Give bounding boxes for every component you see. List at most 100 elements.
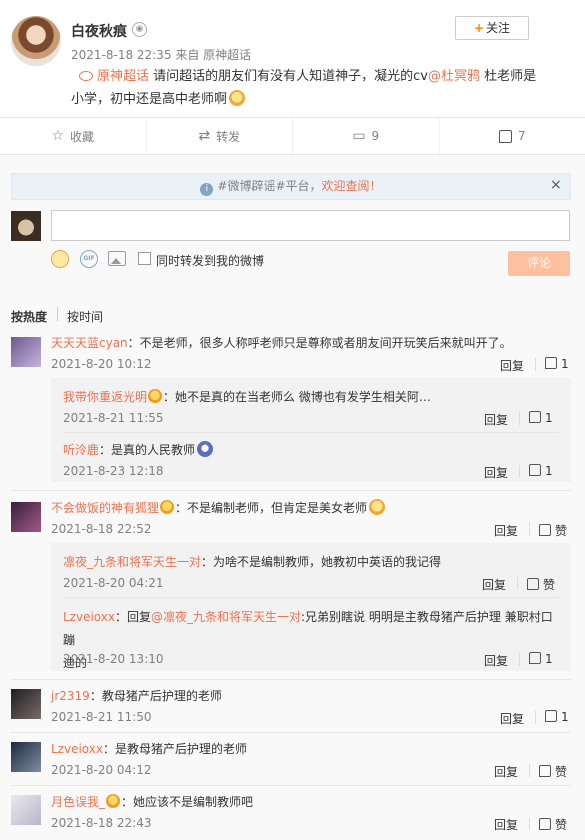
author-name[interactable]: 白夜秋痕: [71, 21, 127, 41]
sort-by-time[interactable]: 按时间: [67, 308, 103, 325]
comment-text: ：不是老师，很多人称呼老师只是尊称或者朋友间开玩笑后来就叫开了。: [127, 336, 512, 350]
divider: [517, 577, 518, 590]
divider: [535, 358, 536, 371]
commenter-name[interactable]: 月色误我_: [51, 795, 105, 809]
like-button[interactable]: 7: [440, 118, 585, 154]
divider: [529, 764, 530, 777]
comment-time: 2021-8-20 04:12: [51, 763, 152, 777]
commenter-name[interactable]: 我带你重返光明: [63, 390, 147, 404]
like-button[interactable]: 赞: [539, 816, 567, 833]
topic-link[interactable]: 原神超话: [97, 69, 149, 84]
repost-checkbox-label[interactable]: 同时转发到我的微博: [156, 252, 264, 269]
comment-button[interactable]: ▭ 9: [293, 118, 440, 154]
thumbs-up-icon: [539, 765, 551, 777]
reply-button[interactable]: 回复: [500, 710, 524, 727]
comment-text: ：为啥不是编制教师，她教初中英语的我记得: [201, 555, 442, 569]
reply-button[interactable]: 回复: [484, 464, 508, 481]
repost-icon: ⇄: [198, 128, 211, 144]
commenter-avatar[interactable]: [11, 689, 41, 719]
notice-link[interactable]: 欢迎查阅！: [322, 179, 382, 193]
favorite-button[interactable]: ☆ 收藏: [0, 118, 147, 154]
comment-time: 2021-8-18 22:52: [51, 522, 152, 536]
commenter-name[interactable]: 天天天蓝cyan: [51, 336, 128, 350]
thumbs-up-icon: [539, 524, 551, 536]
repost-label: 转发: [216, 129, 241, 144]
divider: [519, 412, 520, 425]
repost-button[interactable]: ⇄ 转发: [147, 118, 293, 154]
like-button[interactable]: 1: [545, 357, 569, 371]
like-count: 赞: [555, 818, 568, 832]
like-button[interactable]: 1: [529, 464, 553, 478]
my-avatar: [11, 211, 41, 241]
image-icon[interactable]: [108, 251, 126, 266]
comment-time: 2021-8-20 10:12: [51, 357, 152, 371]
post-text-part: 请问超话的朋友们有没有人知道神子，凝光的cv: [149, 69, 428, 84]
submit-comment-button[interactable]: 评论: [508, 251, 570, 276]
comment-text: ：是真的人民教师: [99, 443, 196, 457]
divider: [529, 523, 530, 536]
comment-count: 9: [371, 129, 380, 143]
favorite-label: 收藏: [70, 129, 95, 144]
like-button[interactable]: 赞: [527, 576, 555, 593]
comment-input[interactable]: [51, 210, 570, 241]
reply-button[interactable]: 回复: [484, 411, 508, 428]
commenter-name[interactable]: 听泠鹿: [63, 443, 99, 457]
reply-button[interactable]: 回复: [494, 522, 518, 539]
emoji-icon[interactable]: [51, 250, 69, 268]
mention-link[interactable]: @杜冥鸦: [428, 69, 480, 84]
like-count: 1: [545, 464, 553, 478]
like-button[interactable]: 1: [545, 710, 569, 724]
commenter-name[interactable]: jr2319: [51, 689, 90, 703]
author-avatar[interactable]: [11, 16, 61, 66]
plus-icon: +: [473, 21, 485, 35]
thumbs-up-icon: [539, 818, 551, 830]
vip-badge-icon: [106, 794, 121, 808]
notice-banner: i #微博辟谣#平台，欢迎查阅！: [11, 173, 571, 200]
repost-checkbox[interactable]: [138, 252, 151, 265]
action-bar: ☆ 收藏 ⇄ 转发 ▭ 9 7: [0, 117, 585, 155]
thumbs-up-icon: [545, 357, 557, 369]
like-count: 7: [517, 129, 526, 143]
commenter-avatar[interactable]: [11, 795, 41, 825]
comment-text: ：不是编制老师，但肯定是美女老师: [175, 501, 368, 515]
commenter-avatar[interactable]: [11, 742, 41, 772]
follow-label: 关注: [486, 21, 511, 35]
follow-button[interactable]: + 关注: [455, 16, 529, 40]
commenter-name[interactable]: 不会做饭的神有狐狸: [51, 501, 159, 515]
close-icon[interactable]: ×: [550, 177, 562, 193]
like-button[interactable]: 1: [529, 652, 553, 666]
like-button[interactable]: 赞: [539, 763, 567, 780]
comment-item: 月色误我_ ：她应该不是编制教师吧: [51, 793, 253, 810]
like-button[interactable]: 赞: [539, 522, 567, 539]
like-count: 1: [545, 411, 553, 425]
divider: [519, 653, 520, 666]
comment-item: 不会做饭的神有狐狸 ：不是编制老师，但肯定是美女老师: [51, 499, 386, 516]
comment-text: ：回复: [114, 610, 151, 624]
divider: [11, 732, 571, 733]
like-button[interactable]: 1: [529, 411, 553, 425]
reply-button[interactable]: 回复: [494, 816, 518, 833]
commenter-name[interactable]: Lzveioxx: [51, 742, 103, 756]
reply-button[interactable]: 回复: [482, 576, 506, 593]
cat-emoji-icon: [369, 499, 386, 515]
comment-time: 2021-8-18 22:43: [51, 816, 152, 830]
comment-time: 2021-8-23 12:18: [63, 464, 164, 478]
like-count: 赞: [543, 578, 556, 592]
commenter-avatar[interactable]: [11, 337, 41, 367]
commenter-name[interactable]: 凛夜_九条和将军天生一对: [63, 555, 201, 569]
divider: [63, 597, 559, 598]
reply-button[interactable]: 回复: [494, 763, 518, 780]
divider: [11, 785, 571, 786]
reply-button[interactable]: 回复: [484, 652, 508, 669]
member-badge-icon: ◉: [132, 22, 147, 37]
gif-icon[interactable]: GIF: [80, 250, 98, 268]
commenter-avatar[interactable]: [11, 502, 41, 532]
mention-link[interactable]: @凛夜_九条和将军天生一对: [151, 610, 301, 624]
sort-by-hot[interactable]: 按热度: [11, 308, 47, 325]
thumbs-up-icon: [545, 710, 557, 722]
comment-text: ：是教母猪产后护理的老师: [102, 742, 247, 756]
notice-text: #微博辟谣#平台，: [217, 179, 322, 193]
divider: [63, 432, 559, 433]
reply-button[interactable]: 回复: [500, 357, 524, 374]
commenter-name[interactable]: Lzveioxx: [63, 610, 115, 624]
